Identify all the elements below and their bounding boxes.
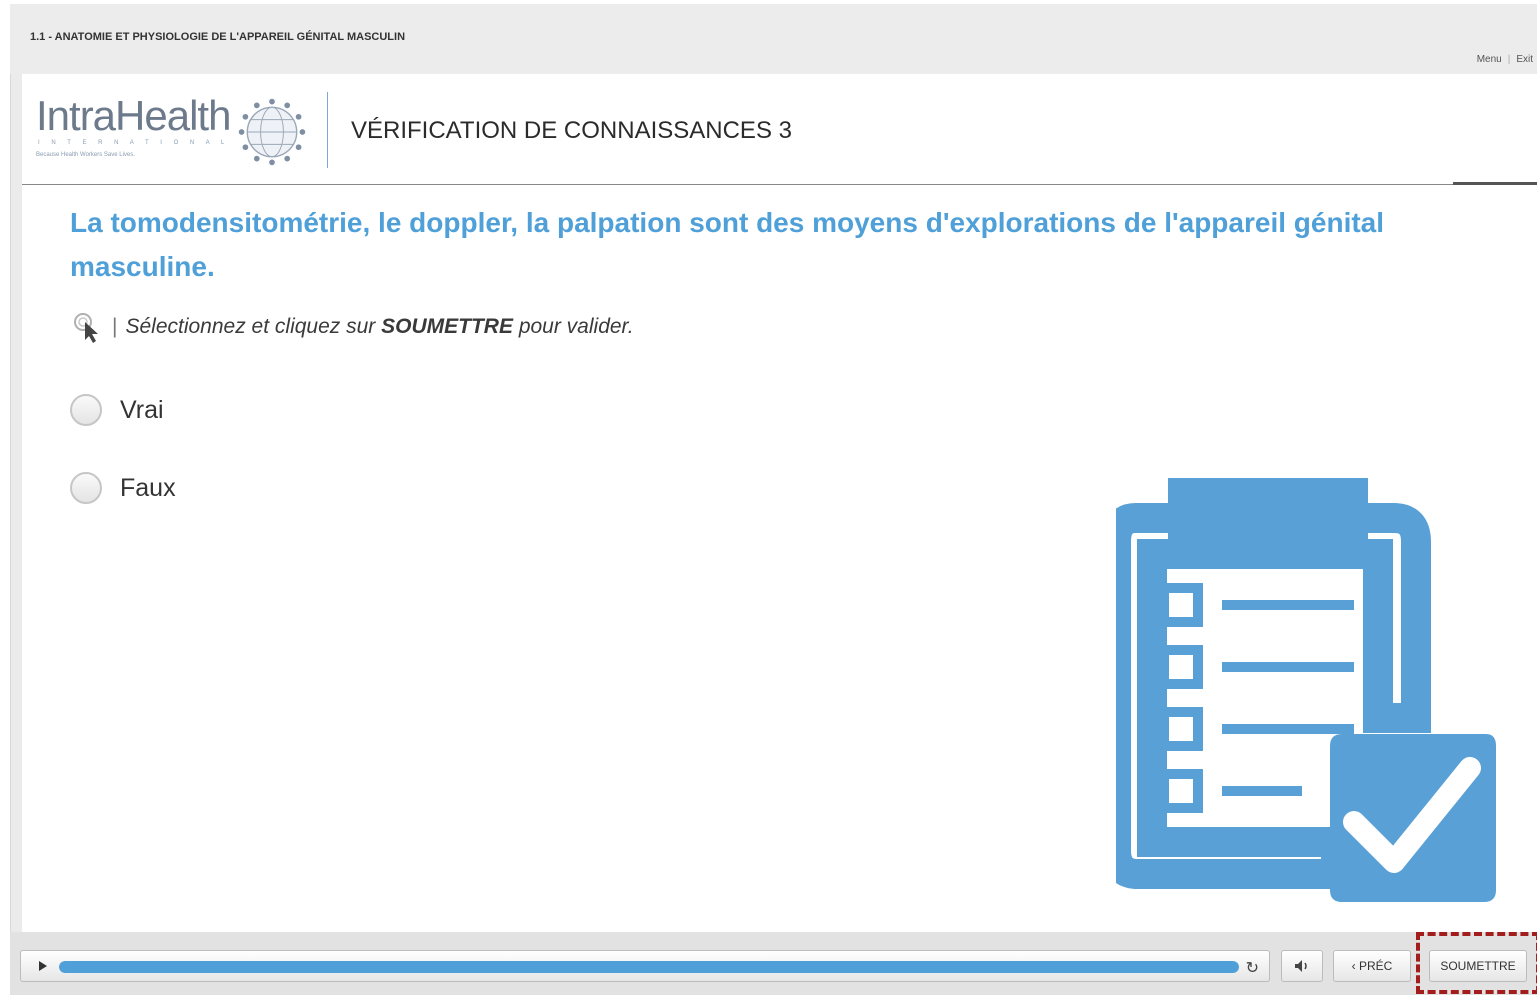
instruction: | Sélectionnez et cliquez sur SOUMETTRE … <box>70 310 634 344</box>
audio-button[interactable] <box>1281 950 1323 982</box>
player-controls: ↻ ‹ PRÉC SOUMETTRE <box>10 932 1537 995</box>
audio-icon <box>1295 960 1307 972</box>
menu-separator: | <box>1507 54 1511 65</box>
slide-content: IntraHealth I N T E R N A T I O N A L Be… <box>22 74 1537 932</box>
option-faux[interactable]: Faux <box>70 472 176 504</box>
radio-button[interactable] <box>70 472 102 504</box>
course-title-bar: 1.1 - ANATOMIE ET PHYSIOLOGIE DE L'APPAR… <box>10 4 1537 74</box>
question-text: La tomodensitométrie, le doppler, la pal… <box>70 207 1385 282</box>
checklist-clipboard-icon <box>1116 478 1496 902</box>
globe-icon <box>238 98 306 166</box>
logo-tagline: Because Health Workers Save Lives. <box>36 152 135 158</box>
course-title: 1.1 - ANATOMIE ET PHYSIOLOGIE DE L'APPAR… <box>30 31 406 43</box>
intrahealth-logo: IntraHealth I N T E R N A T I O N A L Be… <box>34 92 324 172</box>
play-icon <box>39 961 47 971</box>
radio-button[interactable] <box>70 394 102 426</box>
top-menu: Menu | Exit <box>1477 54 1533 65</box>
instruction-text-suffix: pour valider. <box>518 315 634 338</box>
header-rule-accent <box>1453 182 1537 185</box>
instruction-text-bold: SOUMETTRE <box>381 315 513 338</box>
instruction-text-prefix: Sélectionnez et cliquez sur <box>125 315 376 338</box>
replay-icon[interactable]: ↻ <box>1246 958 1259 978</box>
play-button[interactable]: ↻ <box>20 950 1270 982</box>
submit-highlight-box <box>1416 932 1537 994</box>
progress-fill <box>59 961 1239 973</box>
menu-link[interactable]: Menu <box>1477 54 1502 65</box>
section-title: VÉRIFICATION DE CONNAISSANCES 3 <box>351 117 792 144</box>
option-vrai[interactable]: Vrai <box>70 394 164 426</box>
header-divider <box>327 92 328 168</box>
option-label: Faux <box>120 473 176 502</box>
logo-wordmark: IntraHealth <box>36 92 231 139</box>
slide-header: IntraHealth I N T E R N A T I O N A L Be… <box>22 74 1537 186</box>
click-cursor-icon <box>74 313 98 343</box>
option-label: Vrai <box>120 395 164 424</box>
instruction-separator: | <box>112 315 118 338</box>
logo-subtitle: I N T E R N A T I O N A L <box>38 140 230 146</box>
header-rule <box>22 184 1537 185</box>
progress-bar[interactable] <box>59 961 1239 973</box>
exit-link[interactable]: Exit <box>1516 54 1533 65</box>
previous-button[interactable]: ‹ PRÉC <box>1333 950 1411 982</box>
